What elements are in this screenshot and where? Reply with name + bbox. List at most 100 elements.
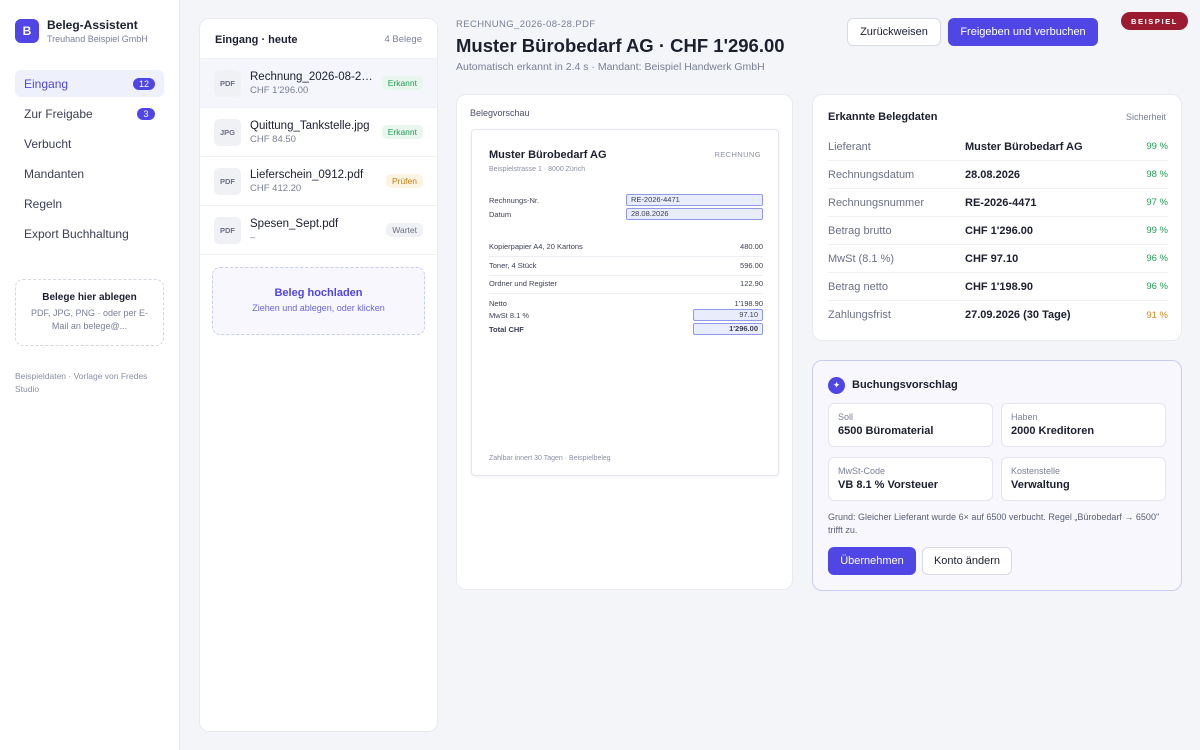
line-item-desc: Toner, 4 Stück — [489, 261, 537, 270]
sidebar-item-mandanten[interactable]: Mandanten — [15, 160, 164, 187]
brand-name: Beleg-Assistent — [47, 18, 138, 32]
sidebar: B Beleg-Assistent Treuhand Beispiel GmbH… — [0, 0, 180, 750]
brand-subtitle: Treuhand Beispiel GmbH — [47, 34, 148, 44]
preview-address: Beispielstrasse 1 · 8000 Zürich — [489, 166, 586, 173]
highlight-total[interactable]: 1'296.00 — [693, 323, 763, 335]
highlight-mwst[interactable]: 97.10 — [693, 309, 763, 321]
document-page: Muster Bürobedarf AG RECHNUNG Beispielst… — [471, 129, 779, 476]
sidebar-item-label: Verbucht — [24, 136, 72, 151]
upload-subtitle: Ziehen und ablegen, oder klicken — [252, 303, 385, 313]
count-badge: 3 — [137, 107, 155, 120]
sidebar-item-eingang[interactable]: Eingang 12 — [15, 70, 164, 97]
sidebar-item-label: Eingang — [24, 76, 69, 91]
field-label: Betrag netto — [828, 280, 888, 293]
inbox-title: Eingang · heute — [215, 33, 298, 46]
dropzone-subtitle: PDF, JPG, PNG · oder per E-Mail an beleg… — [30, 308, 149, 331]
document-preview-panel: Belegvorschau Muster Bürobedarf AG RECHN… — [456, 94, 793, 590]
line-item-amount: 596.00 — [740, 261, 763, 270]
extracted-row[interactable]: Lieferant Muster Bürobedarf AG 99 % — [828, 133, 1168, 161]
preview-doc-kind: RECHNUNG — [714, 150, 761, 159]
preview-label: Belegvorschau — [470, 108, 530, 118]
sidebar-item-verbucht[interactable]: Verbucht — [15, 130, 164, 157]
file-type-icon: JPG — [214, 118, 241, 146]
highlight-date[interactable]: 28.08.2026 — [626, 208, 763, 220]
field-value: Verwaltung — [1011, 479, 1070, 491]
doc-name: Lieferschein_0912.pdf — [250, 168, 364, 181]
dropzone-title: Belege hier ablegen — [42, 292, 137, 303]
confidence-value: 96 % — [1146, 253, 1168, 264]
divider — [489, 256, 763, 257]
field-value: 27.09.2026 (30 Tage) — [965, 309, 1071, 321]
preview-footer: Zahlbar innert 30 Tagen · Beispielbeleg — [489, 455, 611, 462]
extracted-row[interactable]: Zahlungsfrist 27.09.2026 (30 Tage) 91 % — [828, 301, 1168, 329]
accept-button[interactable]: Übernehmen — [828, 547, 916, 575]
page-subtitle: Automatisch erkannt in 2.4 s · Mandant: … — [456, 61, 765, 73]
field-label: Soll — [838, 412, 854, 422]
extracted-row[interactable]: MwSt (8.1 %) CHF 97.10 96 % — [828, 245, 1168, 273]
preview-line-item: Toner, 4 Stück 596.00 — [489, 261, 763, 270]
confidence-value: 99 % — [1146, 225, 1168, 236]
approve-and-book-button[interactable]: Freigeben und verbuchen — [948, 18, 1098, 46]
field-value: 28.08.2026 — [965, 168, 1021, 181]
doc-amount: – — [250, 231, 256, 243]
booking-suggestion-card: ✦ Buchungsvorschlag Soll 6500 Büromateri… — [812, 360, 1182, 591]
inbox-doc-item[interactable]: PDF Lieferschein_0912.pdf CHF 412.20 Prü… — [200, 157, 437, 206]
sidebar-item-regeln[interactable]: Regeln — [15, 190, 164, 217]
sparkle-icon: ✦ — [828, 377, 845, 394]
field-value: CHF 1'296.00 — [965, 224, 1034, 237]
confidence-value: 99 % — [1146, 141, 1168, 152]
field-label: Haben — [1011, 412, 1038, 422]
field-label: Kostenstelle — [1011, 466, 1061, 476]
booking-reason: Grund: Gleicher Lieferant wurde 6× auf 6… — [828, 512, 1160, 535]
reject-button[interactable]: Zurückweisen — [847, 18, 941, 46]
sidebar-item-zur-freigabe[interactable]: Zur Freigabe 3 — [15, 100, 164, 127]
sidebar-nav: Eingang 12 Zur Freigabe 3 Verbucht Manda… — [15, 70, 164, 247]
status-badge: Erkannt — [381, 76, 423, 90]
field-value: RE-2026-4471 — [965, 196, 1037, 209]
inbox-doc-item[interactable]: PDF Spesen_Sept.pdf – Wartet — [200, 206, 437, 255]
field-label: Rechnungsdatum — [828, 168, 915, 181]
field-value: 6500 Büromaterial — [838, 425, 934, 437]
field-label: MwSt-Code — [838, 466, 886, 476]
field-value: 2000 Kreditoren — [1011, 425, 1095, 437]
doc-name: Quittung_Tankstelle.jpg — [250, 119, 370, 132]
extracted-row[interactable]: Betrag netto CHF 1'198.90 96 % — [828, 273, 1168, 301]
mwst-label: MwSt 8.1 % — [489, 311, 530, 320]
doc-name: Spesen_Sept.pdf — [250, 217, 339, 230]
booking-title: Buchungsvorschlag — [852, 379, 958, 391]
page-title: Muster Bürobedarf AG · CHF 1'296.00 — [456, 35, 785, 56]
change-account-button[interactable]: Konto ändern — [922, 547, 1012, 575]
upload-dropzone[interactable]: Beleg hochladen Ziehen und ablegen, oder… — [212, 267, 425, 335]
file-type-icon: PDF — [214, 69, 241, 97]
sidebar-item-export[interactable]: Export Buchhaltung — [15, 220, 164, 247]
mwst-code-field[interactable]: MwSt-Code VB 8.1 % Vorsteuer — [828, 457, 993, 501]
field-value: CHF 97.10 — [965, 252, 1019, 265]
extracted-row[interactable]: Rechnungsdatum 28.08.2026 98 % — [828, 161, 1168, 189]
field-label: Rechnungsnummer — [828, 196, 924, 209]
status-badge: Erkannt — [381, 125, 423, 139]
status-badge: Wartet — [386, 223, 423, 237]
confidence-header: Sicherheit — [1125, 112, 1166, 122]
confidence-value: 91 % — [1146, 309, 1168, 321]
haben-account-field[interactable]: Haben 2000 Kreditoren — [1001, 403, 1166, 447]
field-label: Lieferant — [828, 140, 871, 153]
divider — [489, 293, 763, 294]
preview-vendor: Muster Bürobedarf AG — [489, 149, 607, 161]
field-value: Muster Bürobedarf AG — [965, 140, 1083, 153]
file-type-icon: PDF — [214, 167, 241, 195]
brand-logo-icon: B — [15, 19, 39, 43]
preview-line-item: Ordner und Register 122.90 — [489, 279, 763, 288]
example-badge: BEISPIEL — [1121, 12, 1188, 30]
soll-account-field[interactable]: Soll 6500 Büromaterial — [828, 403, 993, 447]
inbox-doc-item[interactable]: PDF Rechnung_2026-08-28.pdf CHF 1'296.00… — [200, 59, 437, 108]
cost-center-field[interactable]: Kostenstelle Verwaltung — [1001, 457, 1166, 501]
inbox-doc-item[interactable]: JPG Quittung_Tankstelle.jpg CHF 84.50 Er… — [200, 108, 437, 157]
highlight-invoice-no[interactable]: RE-2026-4471 — [626, 194, 763, 206]
extracted-data-card: Erkannte Belegdaten Sicherheit Lieferant… — [812, 94, 1182, 341]
extracted-row[interactable]: Betrag brutto CHF 1'296.00 99 % — [828, 217, 1168, 245]
preview-line-item: Kopierpapier A4, 20 Kartons 480.00 — [489, 242, 763, 251]
extracted-row[interactable]: Rechnungsnummer RE-2026-4471 97 % — [828, 189, 1168, 217]
brand: B Beleg-Assistent Treuhand Beispiel GmbH — [15, 18, 164, 44]
field-label: Betrag brutto — [828, 224, 892, 237]
sidebar-dropzone[interactable]: Belege hier ablegen PDF, JPG, PNG · oder… — [15, 279, 164, 346]
